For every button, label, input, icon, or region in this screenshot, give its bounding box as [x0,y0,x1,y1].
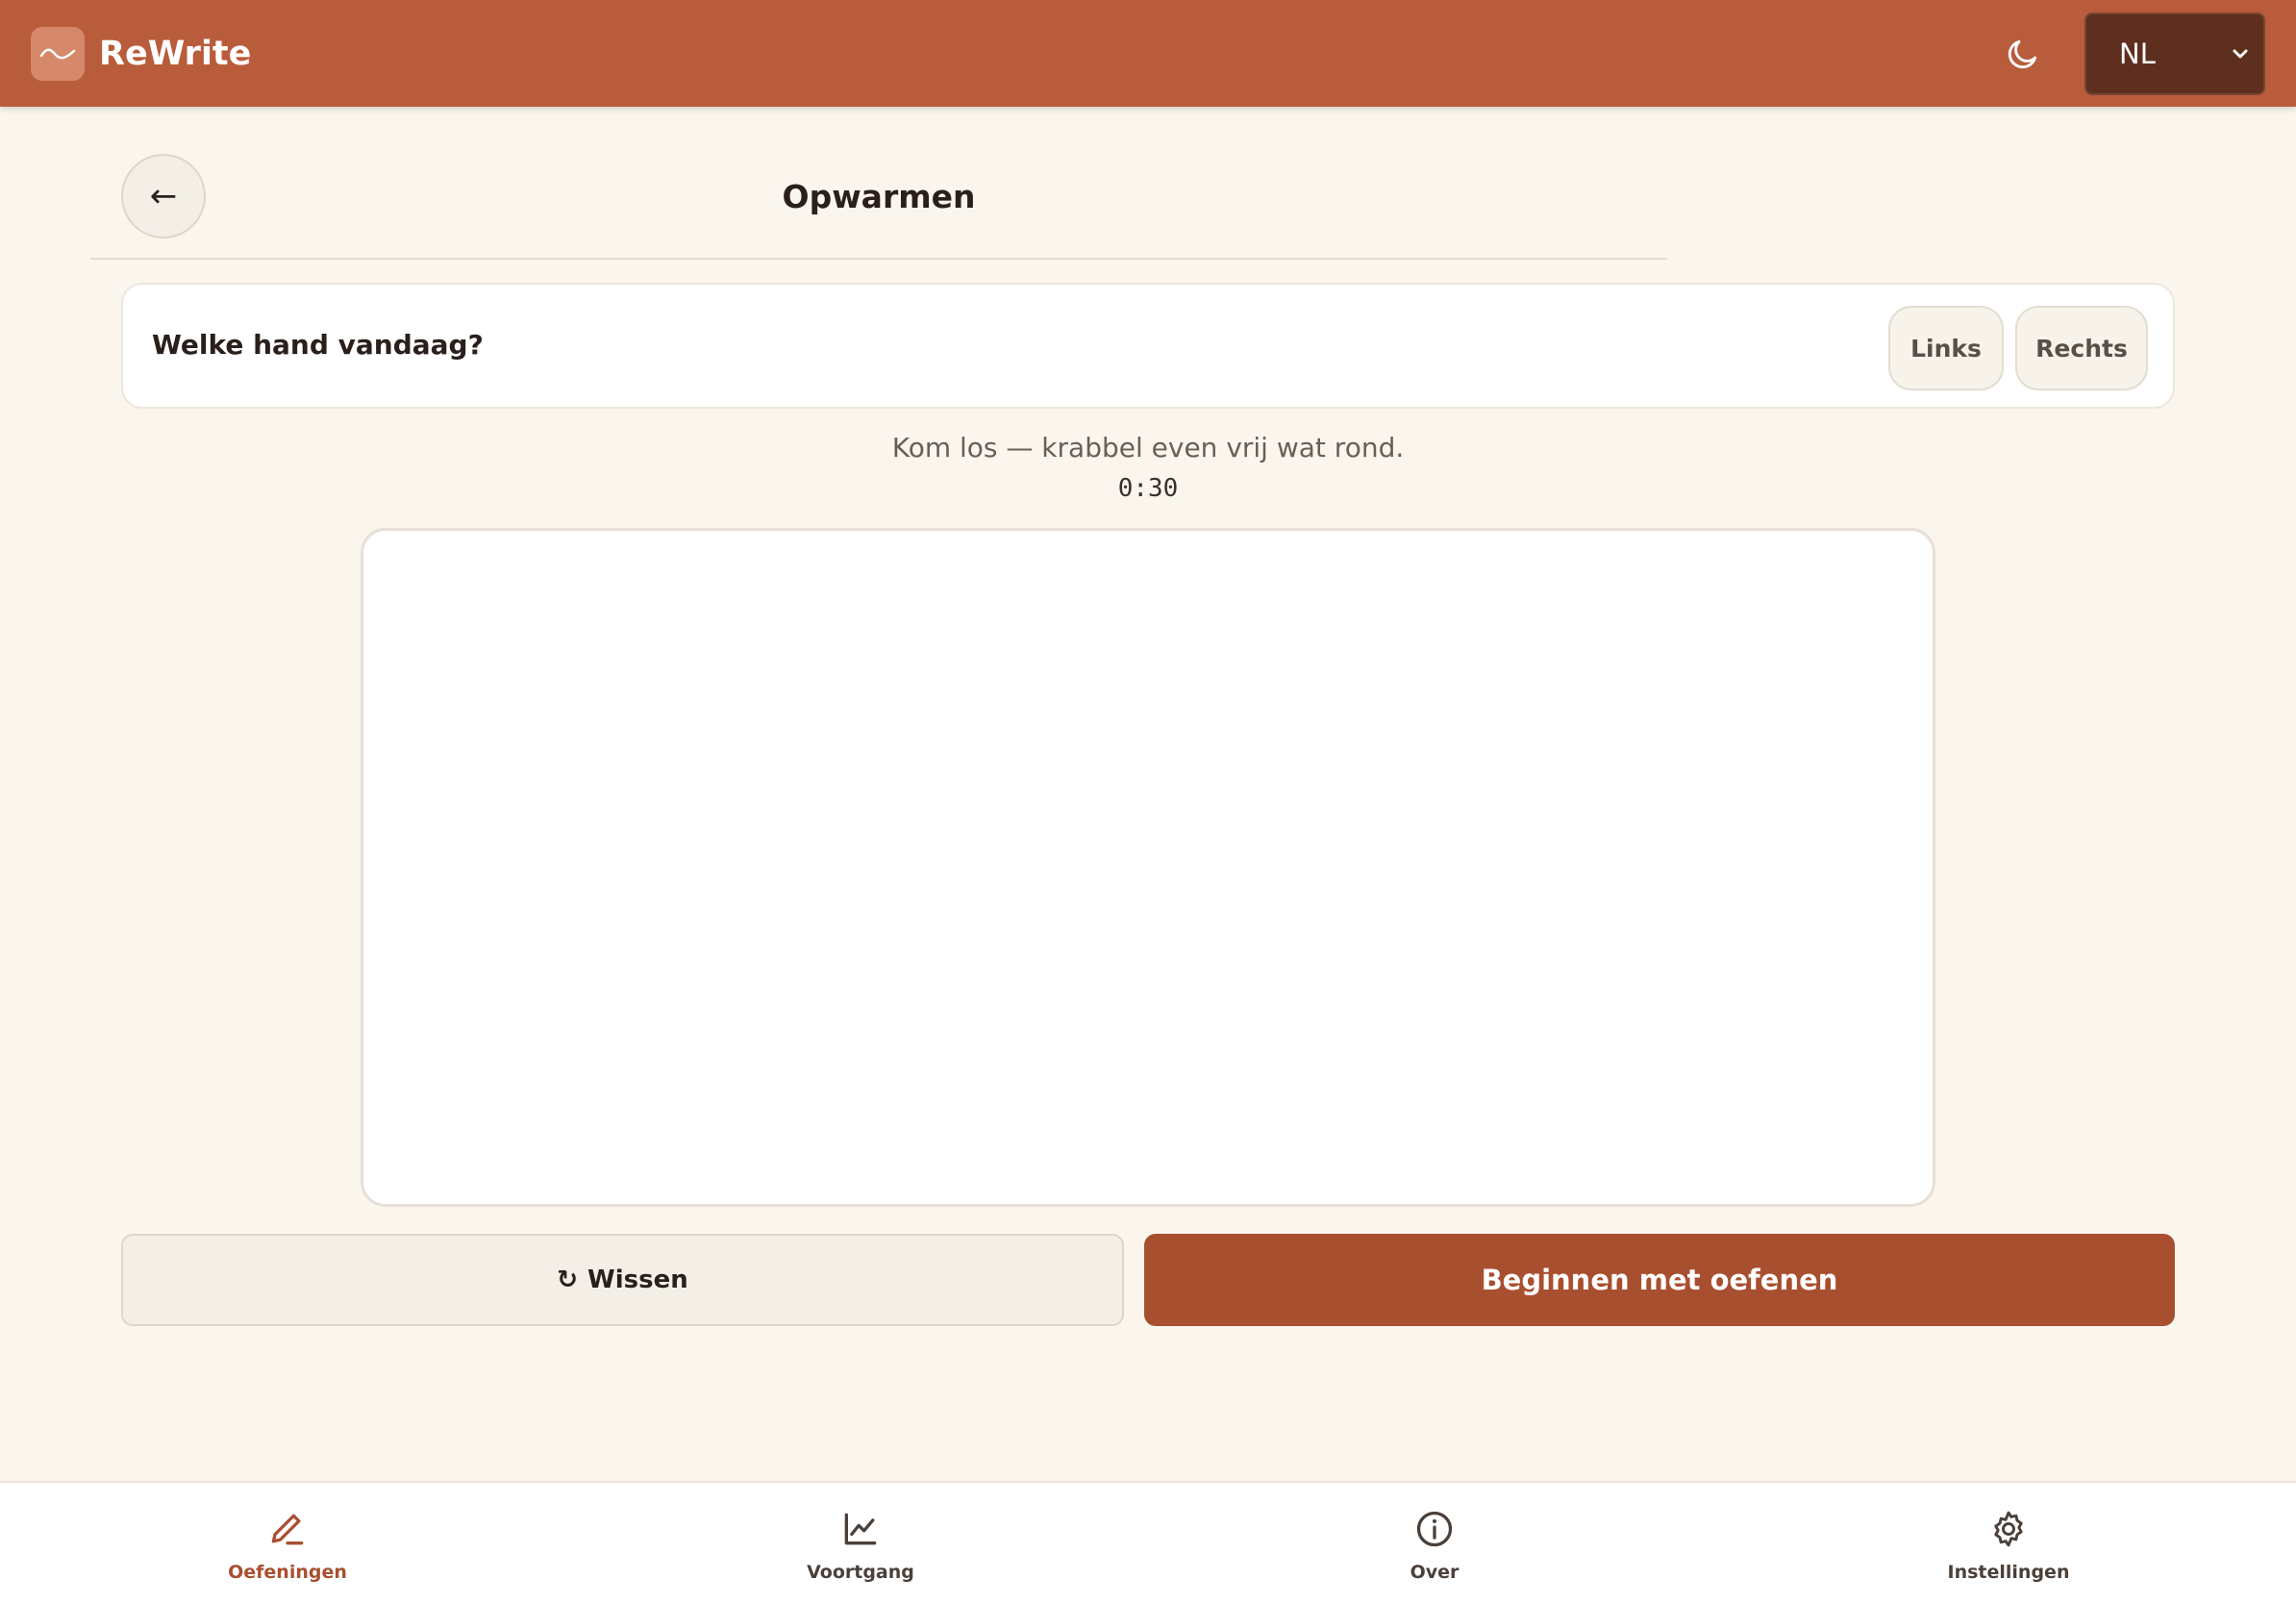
hand-selection-card: Welke hand vandaag? Links Rechts [121,283,2175,409]
nav-item-instellingen[interactable]: Instellingen [1864,1483,2153,1604]
gear-icon [1994,1511,2023,1547]
exercise-timer: 0:30 [1117,474,1179,503]
title-divider [90,258,1667,260]
info-icon [1416,1511,1453,1547]
hand-left-button[interactable]: Links [1888,306,2004,390]
refresh-icon: ↻ [557,1266,579,1294]
drawing-canvas[interactable] [361,528,1935,1207]
nav-label: Instellingen [1947,1562,2070,1583]
moon-icon [2008,39,2037,69]
language-select[interactable]: NL [2084,13,2265,95]
chart-icon [844,1513,877,1545]
clear-button[interactable]: ↻ Wissen [121,1234,1124,1326]
clear-button-label: Wissen [587,1266,688,1294]
nav-item-over[interactable]: Over [1290,1483,1579,1604]
app-title: ReWrite [99,35,252,73]
nav-label: Oefeningen [228,1562,347,1583]
theme-toggle-button[interactable] [2002,33,2044,75]
hand-question: Welke hand vandaag? [152,329,484,361]
exercise-instruction: Kom los — krabbel even vrij wat rond. [891,432,1405,464]
nav-label: Voortgang [807,1562,914,1583]
app-header: ReWrite NL [0,0,2296,107]
chevron-down-icon [2233,49,2248,59]
pencil-icon [271,1514,304,1545]
bottom-nav: Oefeningen Voortgang Over Instellingen [0,1481,2296,1604]
back-button[interactable]: ← [121,154,206,238]
nav-item-oefeningen[interactable]: Oefeningen [143,1483,432,1604]
start-practice-button[interactable]: Beginnen met oefenen [1144,1234,2175,1326]
language-select-value: NL [2119,38,2156,70]
logo-icon [31,27,85,81]
hand-right-button[interactable]: Rechts [2015,306,2148,390]
nav-item-voortgang[interactable]: Voortgang [716,1483,1005,1604]
page-title: Opwarmen [782,178,976,215]
nav-label: Over [1410,1562,1460,1583]
